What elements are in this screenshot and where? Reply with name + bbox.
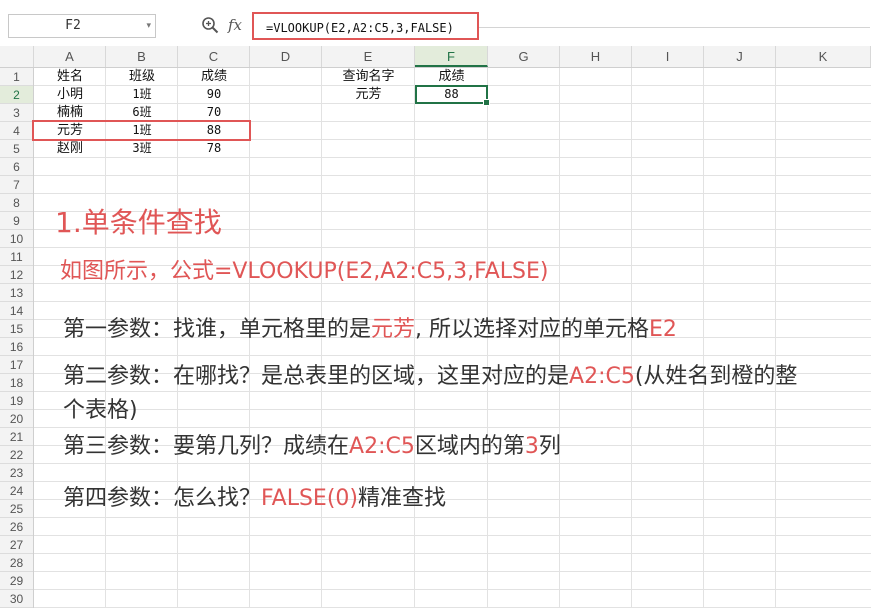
cell-b1[interactable]: 班级	[106, 68, 178, 85]
column-divider	[703, 68, 704, 608]
row-header-13[interactable]: 13	[0, 284, 33, 302]
row-header-30[interactable]: 30	[0, 590, 33, 608]
param-3-text: 第三参数：要第几列？成绩在A2:C5区域内的第3列	[63, 428, 561, 460]
row-header-27[interactable]: 27	[0, 536, 33, 554]
param-4-b: FALSE(0)	[261, 486, 358, 511]
param-3-d: 3	[524, 434, 539, 459]
section-subtitle: 如图所示，公式=VLOOKUP(E2,A2:C5,3,FALSE)	[60, 259, 549, 284]
cell-a1[interactable]: 姓名	[34, 68, 106, 85]
column-header-bar: A B C D E F G H I J K	[0, 46, 871, 68]
row-header-25[interactable]: 25	[0, 500, 33, 518]
formula-bar: F2 ▾ fx =VLOOKUP(E2,A2:C5,3,FALSE)	[0, 0, 871, 46]
row-header-26[interactable]: 26	[0, 518, 33, 536]
param-2-d: 个表格)	[63, 398, 138, 423]
column-header-i[interactable]: I	[632, 46, 704, 67]
column-header-a[interactable]: A	[34, 46, 106, 67]
row-header-22[interactable]: 22	[0, 446, 33, 464]
cell-e1[interactable]: 查询名字	[322, 68, 415, 85]
column-header-k[interactable]: K	[776, 46, 871, 67]
row-header-3[interactable]: 3	[0, 104, 33, 122]
formula-text: =VLOOKUP(E2,A2:C5,3,FALSE)	[266, 21, 454, 35]
row-header-10[interactable]: 10	[0, 230, 33, 248]
param-4-text: 第四参数：怎么找？FALSE(0)精准查找	[63, 480, 446, 512]
param-1-c: , 所以选择对应的单元格	[415, 317, 650, 342]
row-header-5[interactable]: 5	[0, 140, 33, 158]
spreadsheet-grid[interactable]: A B C D E F G H I J K 1 2 3 4 5 6 7 8 9 10 11 12 13 1…	[0, 46, 871, 608]
column-header-e[interactable]: E	[322, 46, 415, 67]
column-header-h[interactable]: H	[560, 46, 632, 67]
row-header-29[interactable]: 29	[0, 572, 33, 590]
param-3-c: 区域内的第	[414, 434, 525, 459]
row-header-20[interactable]: 20	[0, 410, 33, 428]
cell-a5[interactable]: 赵刚	[34, 140, 106, 157]
param-3-e: 列	[538, 434, 561, 459]
row-header-19[interactable]: 19	[0, 392, 33, 410]
param-2-text: 第二参数：在哪找？是总表里的区域，这里对应的是A2:C5(从姓名到橙的整	[63, 358, 797, 390]
column-divider	[775, 68, 776, 608]
param-2-a: 第二参数：在哪找？是总表里的区域，这里对应的是	[63, 364, 570, 389]
column-header-j[interactable]: J	[704, 46, 776, 67]
cell-b5[interactable]: 3班	[106, 140, 178, 157]
cell-a3[interactable]: 楠楠	[34, 104, 106, 121]
param-2-b: A2:C5	[569, 364, 635, 389]
row-header-1[interactable]: 1	[0, 68, 33, 86]
param-1-b: 元芳	[371, 317, 416, 342]
chevron-down-icon[interactable]: ▾	[146, 15, 151, 37]
param-2-c: (从姓名到橙的整	[634, 364, 798, 389]
row-header-28[interactable]: 28	[0, 554, 33, 572]
row-header-8[interactable]: 8	[0, 194, 33, 212]
row-header-15[interactable]: 15	[0, 320, 33, 338]
row-header-4[interactable]: 4	[0, 122, 33, 140]
select-all-corner[interactable]	[0, 46, 34, 67]
row-header-12[interactable]: 12	[0, 266, 33, 284]
row-header-17[interactable]: 17	[0, 356, 33, 374]
cell-e2[interactable]: 元芳	[322, 86, 415, 103]
column-header-c[interactable]: C	[178, 46, 250, 67]
formula-input-divider	[479, 27, 870, 28]
param-1-text: 第一参数：找谁，单元格里的是元芳, 所以选择对应的单元格E2	[63, 311, 677, 343]
cell-c5[interactable]: 78	[178, 140, 250, 157]
param-4-a: 第四参数：怎么找？	[63, 486, 262, 511]
row-highlight-box	[32, 120, 251, 141]
section-title: 1.单条件查找	[55, 206, 222, 239]
cell-c1[interactable]: 成绩	[178, 68, 250, 85]
fx-icon[interactable]: fx	[228, 14, 242, 36]
row-header-11[interactable]: 11	[0, 248, 33, 266]
zoom-icon[interactable]	[201, 16, 219, 34]
param-3-b: A2:C5	[349, 434, 415, 459]
column-header-b[interactable]: B	[106, 46, 178, 67]
param-3-a: 第三参数：要第几列？成绩在	[63, 434, 350, 459]
cell-c2[interactable]: 90	[178, 86, 250, 103]
name-box[interactable]: F2 ▾	[8, 14, 156, 38]
row-header-16[interactable]: 16	[0, 338, 33, 356]
column-header-f[interactable]: F	[415, 46, 488, 67]
row-header-9[interactable]: 9	[0, 212, 33, 230]
row-header-bar: 1 2 3 4 5 6 7 8 9 10 11 12 13 14 15 16 17 18 19 20 21 22 23 24 2…	[0, 68, 34, 608]
row-header-24[interactable]: 24	[0, 482, 33, 500]
formula-input[interactable]: =VLOOKUP(E2,A2:C5,3,FALSE)	[252, 12, 870, 42]
formula-highlight-box: =VLOOKUP(E2,A2:C5,3,FALSE)	[252, 12, 479, 40]
name-box-value: F2	[65, 18, 81, 33]
row-header-6[interactable]: 6	[0, 158, 33, 176]
cell-f1[interactable]: 成绩	[415, 68, 488, 85]
param-2-text-cont: 个表格)	[63, 392, 138, 424]
cell-b3[interactable]: 6班	[106, 104, 178, 121]
column-header-d[interactable]: D	[250, 46, 322, 67]
param-1-a: 第一参数：找谁，单元格里的是	[63, 317, 372, 342]
fill-handle[interactable]	[483, 99, 490, 106]
param-4-c: 精准查找	[358, 486, 447, 511]
param-1-d: E2	[649, 317, 677, 342]
cell-c3[interactable]: 70	[178, 104, 250, 121]
column-header-g[interactable]: G	[488, 46, 560, 67]
row-header-23[interactable]: 23	[0, 464, 33, 482]
row-header-21[interactable]: 21	[0, 428, 33, 446]
row-header-14[interactable]: 14	[0, 302, 33, 320]
cell-b2[interactable]: 1班	[106, 86, 178, 103]
active-cell-selection[interactable]	[415, 85, 490, 106]
row-header-7[interactable]: 7	[0, 176, 33, 194]
row-header-2[interactable]: 2	[0, 86, 33, 104]
cell-a2[interactable]: 小明	[34, 86, 106, 103]
row-header-18[interactable]: 18	[0, 374, 33, 392]
